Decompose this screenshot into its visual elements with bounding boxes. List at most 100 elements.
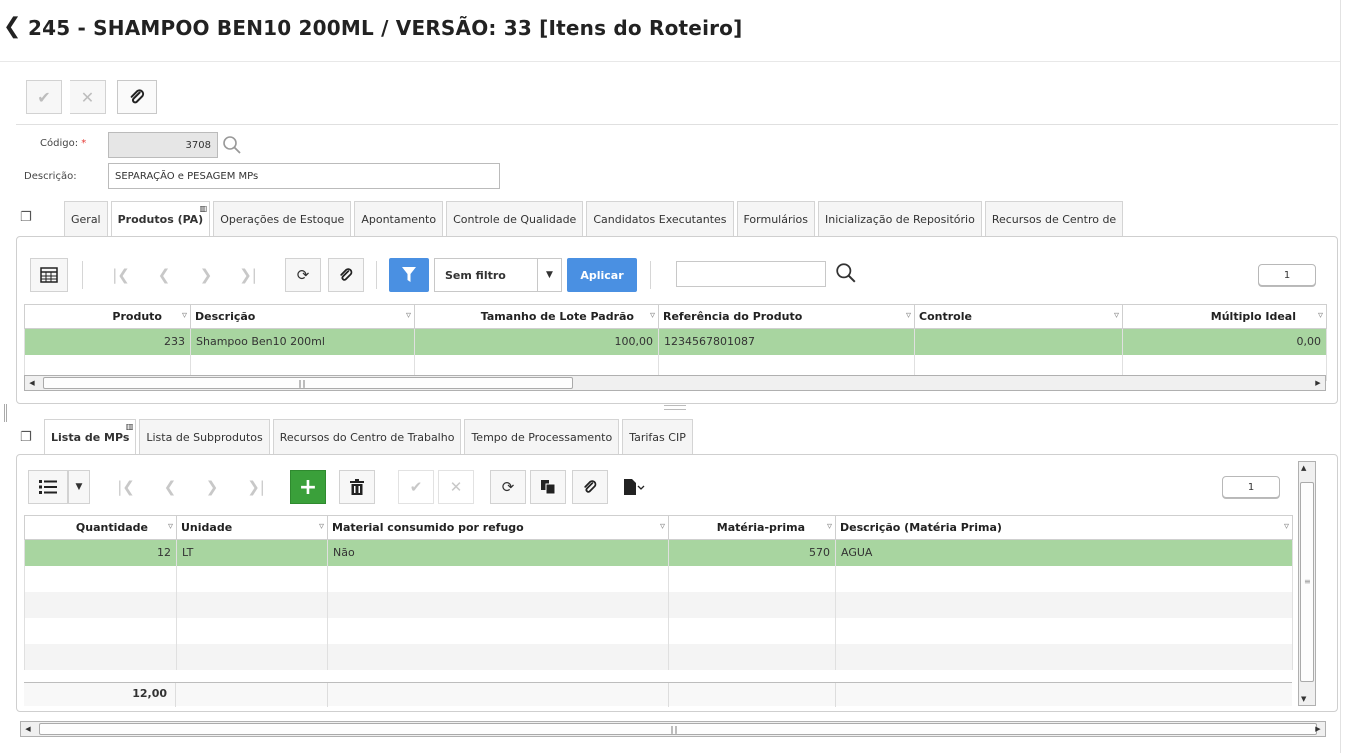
page-indicator[interactable]: 1 (1222, 476, 1280, 498)
filter-icon[interactable]: ▿ (406, 310, 411, 321)
export-button[interactable] (616, 470, 652, 504)
scroll-left-icon[interactable]: ◀ (21, 722, 35, 736)
back-chevron-icon[interactable]: ❮ (3, 14, 21, 39)
add-button[interactable]: + (290, 470, 326, 504)
filter-icon[interactable]: ▿ (660, 521, 665, 532)
tab-recursos-centro-trabalho[interactable]: Recursos do Centro de Trabalho (272, 419, 462, 455)
last-page-icon[interactable]: ❯| (230, 258, 266, 292)
filter-button[interactable] (389, 258, 429, 292)
filter-icon[interactable]: ▿ (168, 521, 173, 532)
tab-tempo-processamento[interactable]: Tempo de Processamento (464, 419, 620, 455)
grid-view-button[interactable] (30, 258, 68, 292)
delete-button[interactable] (339, 470, 375, 504)
attach-grid-button[interactable] (572, 470, 608, 504)
popout-icon[interactable]: ▥ (126, 422, 134, 431)
scroll-right-icon[interactable]: ▶ (1311, 722, 1325, 736)
save-row-button[interactable]: ✔ (398, 470, 434, 504)
tab-geral[interactable]: Geral (64, 201, 108, 237)
first-page-icon[interactable]: |❮ (103, 258, 139, 292)
table-row[interactable]: 233 Shampoo Ben10 200ml 100,00 123456780… (24, 328, 1327, 355)
attach-grid-button[interactable] (328, 258, 364, 292)
scroll-thumb[interactable]: ∥∥ (39, 723, 1317, 735)
next-page-icon[interactable]: ❯ (188, 258, 224, 292)
page-indicator[interactable]: 1 (1258, 264, 1316, 286)
horizontal-scrollbar[interactable]: ◀ ∥∥ ▶ (20, 721, 1326, 737)
divider (668, 683, 669, 707)
descricao-field[interactable]: SEPARAÇÃO e PESAGEM MPs (108, 163, 500, 189)
copy-button[interactable] (530, 470, 566, 504)
side-handle[interactable] (4, 404, 7, 422)
prev-page-icon[interactable]: ❮ (146, 258, 182, 292)
tab-lista-mps[interactable]: Lista de MPs ▥ (44, 419, 137, 455)
filter-icon[interactable]: ▿ (1284, 521, 1289, 532)
filter-icon[interactable]: ▿ (1114, 310, 1119, 321)
scroll-left-icon[interactable]: ◀ (25, 376, 39, 390)
prev-page-icon[interactable]: ❮ (152, 470, 188, 504)
table-row[interactable] (24, 565, 1293, 592)
cancel-row-button[interactable]: ✕ (438, 470, 474, 504)
col-unidade[interactable]: Unidade ▿ (176, 515, 328, 540)
chevron-down-icon[interactable]: ▼ (537, 259, 561, 291)
grid-search-input[interactable] (676, 261, 826, 287)
cancel-button[interactable]: ✕ (70, 80, 106, 114)
table-row[interactable] (24, 591, 1293, 618)
search-icon[interactable] (835, 262, 857, 287)
list-view-button[interactable] (28, 470, 68, 504)
attach-button[interactable] (117, 80, 157, 114)
codigo-label: Código: * (40, 138, 87, 149)
table-row[interactable] (24, 643, 1293, 670)
filter-icon[interactable]: ▿ (650, 310, 655, 321)
tab-candidatos-executantes[interactable]: Candidatos Executantes (586, 201, 734, 237)
tab-formularios[interactable]: Formulários (736, 201, 816, 237)
col-descricao-mp[interactable]: Descrição (Matéria Prima) ▿ (835, 515, 1293, 540)
table-row[interactable] (24, 617, 1293, 644)
scroll-right-icon[interactable]: ▶ (1311, 376, 1325, 390)
apply-filter-button[interactable]: Aplicar (567, 258, 637, 292)
window-restore-icon[interactable]: ❐ (20, 210, 32, 225)
filter-icon[interactable]: ▿ (906, 310, 911, 321)
right-border (1340, 0, 1341, 753)
list-view-dropdown[interactable]: ▼ (68, 470, 90, 504)
popout-icon[interactable]: ▥ (200, 204, 208, 213)
filter-icon[interactable]: ▿ (1318, 310, 1323, 321)
window-restore-icon[interactable]: ❐ (20, 430, 32, 445)
codigo-search-icon[interactable] (222, 135, 242, 158)
table-row[interactable]: 12 LT Não 570 AGUA (24, 539, 1293, 566)
tab-inicializacao-repositorio[interactable]: Inicialização de Repositório (818, 201, 982, 237)
scroll-down-icon[interactable]: ▼ (1301, 695, 1306, 703)
vertical-scrollbar[interactable]: ▲ ≡ ▼ (1298, 461, 1316, 706)
horizontal-scrollbar[interactable]: ◀ ∥∥ ▶ (24, 375, 1326, 391)
tab-controle-qualidade[interactable]: Controle de Qualidade (446, 201, 584, 237)
filter-icon[interactable]: ▿ (319, 521, 324, 532)
filter-icon[interactable]: ▿ (827, 521, 832, 532)
scroll-up-icon[interactable]: ▲ (1301, 464, 1306, 472)
tab-tarifas-cip[interactable]: Tarifas CIP (622, 419, 693, 455)
filter-icon[interactable]: ▿ (182, 310, 187, 321)
tab-recursos-centro[interactable]: Recursos de Centro de (984, 201, 1124, 237)
col-produto[interactable]: Produto ▿ (24, 304, 191, 329)
scroll-thumb[interactable]: ∥∥ (43, 377, 573, 389)
tab-lista-subprodutos[interactable]: Lista de Subprodutos (139, 419, 270, 455)
col-controle[interactable]: Controle ▿ (914, 304, 1123, 329)
col-multiplo-ideal[interactable]: Múltiplo Ideal ▿ (1122, 304, 1327, 329)
col-referencia[interactable]: Referência do Produto ▿ (658, 304, 915, 329)
col-tamanho-lote[interactable]: Tamanho de Lote Padrão ▿ (414, 304, 659, 329)
refresh-button[interactable]: ⟳ (285, 258, 321, 292)
tab-produtos-pa[interactable]: Produtos (PA) ▥ (110, 201, 211, 237)
col-materia-prima[interactable]: Matéria-prima ▿ (668, 515, 836, 540)
col-descricao[interactable]: Descrição ▿ (190, 304, 415, 329)
codigo-field[interactable]: 3708 (108, 132, 218, 158)
trash-icon (350, 479, 364, 495)
next-page-icon[interactable]: ❯ (194, 470, 230, 504)
confirm-button[interactable]: ✔ (26, 80, 62, 114)
splitter-handle[interactable] (664, 405, 686, 410)
tab-apontamento[interactable]: Apontamento (354, 201, 444, 237)
scroll-thumb[interactable]: ≡ (1300, 482, 1314, 682)
last-page-icon[interactable]: ❯| (238, 470, 274, 504)
col-quantidade[interactable]: Quantidade ▿ (24, 515, 177, 540)
tab-operacoes-estoque[interactable]: Operações de Estoque (213, 201, 352, 237)
col-material-refugo[interactable]: Material consumido por refugo ▿ (327, 515, 669, 540)
first-page-icon[interactable]: |❮ (108, 470, 144, 504)
filter-select[interactable]: Sem filtro ▼ (434, 258, 562, 292)
refresh-button[interactable]: ⟳ (490, 470, 526, 504)
